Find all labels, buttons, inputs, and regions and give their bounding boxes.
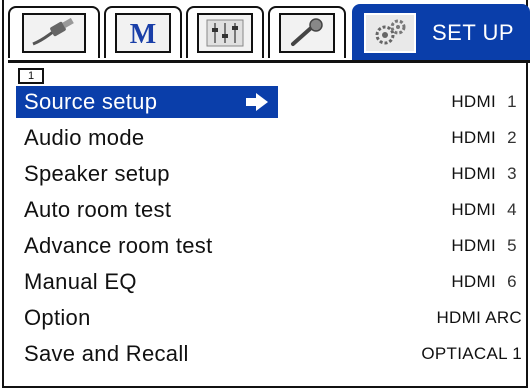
- menu-item-value: HDMI ARC: [436, 301, 522, 335]
- value-number: 2: [507, 128, 517, 147]
- menu-item-label: Save and Recall: [24, 341, 189, 366]
- value-text: HDMI: [451, 200, 496, 219]
- menu-item-value: HDMI 5: [451, 229, 522, 263]
- mixer-sliders-icon: [197, 13, 253, 53]
- menu-item-label: Speaker setup: [24, 161, 170, 186]
- tab-input[interactable]: [8, 6, 100, 58]
- value-number: 4: [507, 200, 517, 219]
- value-text: HDMI: [451, 272, 496, 291]
- menu-item-value: HDMI 2: [451, 121, 522, 155]
- menu-item-value: HDMI 4: [451, 193, 522, 227]
- menu-item-source-setup[interactable]: Source setup HDMI 1: [16, 85, 524, 119]
- setup-menu: Source setup HDMI 1 Audio mode HDMI 2 Sp…: [16, 85, 524, 373]
- value-number: 3: [507, 164, 517, 183]
- menu-item-save-and-recall[interactable]: Save and Recall OPTIACAL 1: [16, 337, 524, 371]
- value-text: HDMI: [451, 92, 496, 111]
- menu-item-speaker-setup[interactable]: Speaker setup HDMI 3: [16, 157, 524, 191]
- gears-icon: [364, 13, 416, 53]
- tab-setup[interactable]: SET UP: [352, 4, 530, 60]
- value-text: HDMI: [451, 164, 496, 183]
- menu-item-advance-room-test[interactable]: Advance room test HDMI 5: [16, 229, 524, 263]
- value-number: 5: [507, 236, 517, 255]
- menu-item-option[interactable]: Option HDMI ARC: [16, 301, 524, 335]
- tab-bar: M SET UP: [8, 0, 530, 63]
- value-number: 6: [507, 272, 517, 291]
- value-text: OPTIACAL 1: [421, 344, 522, 363]
- m-letter-icon: M: [115, 13, 171, 53]
- value-number: 1: [507, 92, 517, 111]
- value-text: HDMI ARC: [436, 308, 522, 327]
- menu-item-label: Manual EQ: [24, 269, 137, 294]
- menu-item-value: OPTIACAL 1: [421, 337, 522, 371]
- selection-highlight: Source setup: [16, 86, 278, 118]
- menu-item-value: HDMI 3: [451, 157, 522, 191]
- setup-screen: M SET UP 1 Source setup HDMI 1 Audio mod…: [2, 0, 530, 388]
- menu-item-label: Audio mode: [24, 125, 145, 150]
- menu-item-label: Option: [24, 305, 91, 330]
- tab-mixer[interactable]: [186, 6, 264, 58]
- microphone-icon: [279, 13, 335, 53]
- tab-bar-divider: [8, 60, 530, 63]
- menu-item-label: Advance room test: [24, 233, 213, 258]
- menu-item-value: HDMI 6: [451, 265, 522, 299]
- menu-item-auto-room-test[interactable]: Auto room test HDMI 4: [16, 193, 524, 227]
- cable-plug-icon: [22, 13, 86, 53]
- value-text: HDMI: [451, 236, 496, 255]
- menu-item-manual-eq[interactable]: Manual EQ HDMI 6: [16, 265, 524, 299]
- menu-item-label: Source setup: [24, 89, 158, 114]
- menu-item-value: HDMI 1: [451, 85, 522, 119]
- page-indicator: 1: [18, 68, 44, 84]
- tab-setup-label: SET UP: [432, 20, 515, 45]
- value-text: HDMI: [451, 128, 496, 147]
- menu-item-audio-mode[interactable]: Audio mode HDMI 2: [16, 121, 524, 155]
- tab-mode[interactable]: M: [104, 6, 182, 58]
- menu-item-label: Auto room test: [24, 197, 172, 222]
- tab-mic[interactable]: [268, 6, 346, 58]
- svg-text:M: M: [130, 19, 156, 48]
- arrow-right-icon: [246, 93, 268, 111]
